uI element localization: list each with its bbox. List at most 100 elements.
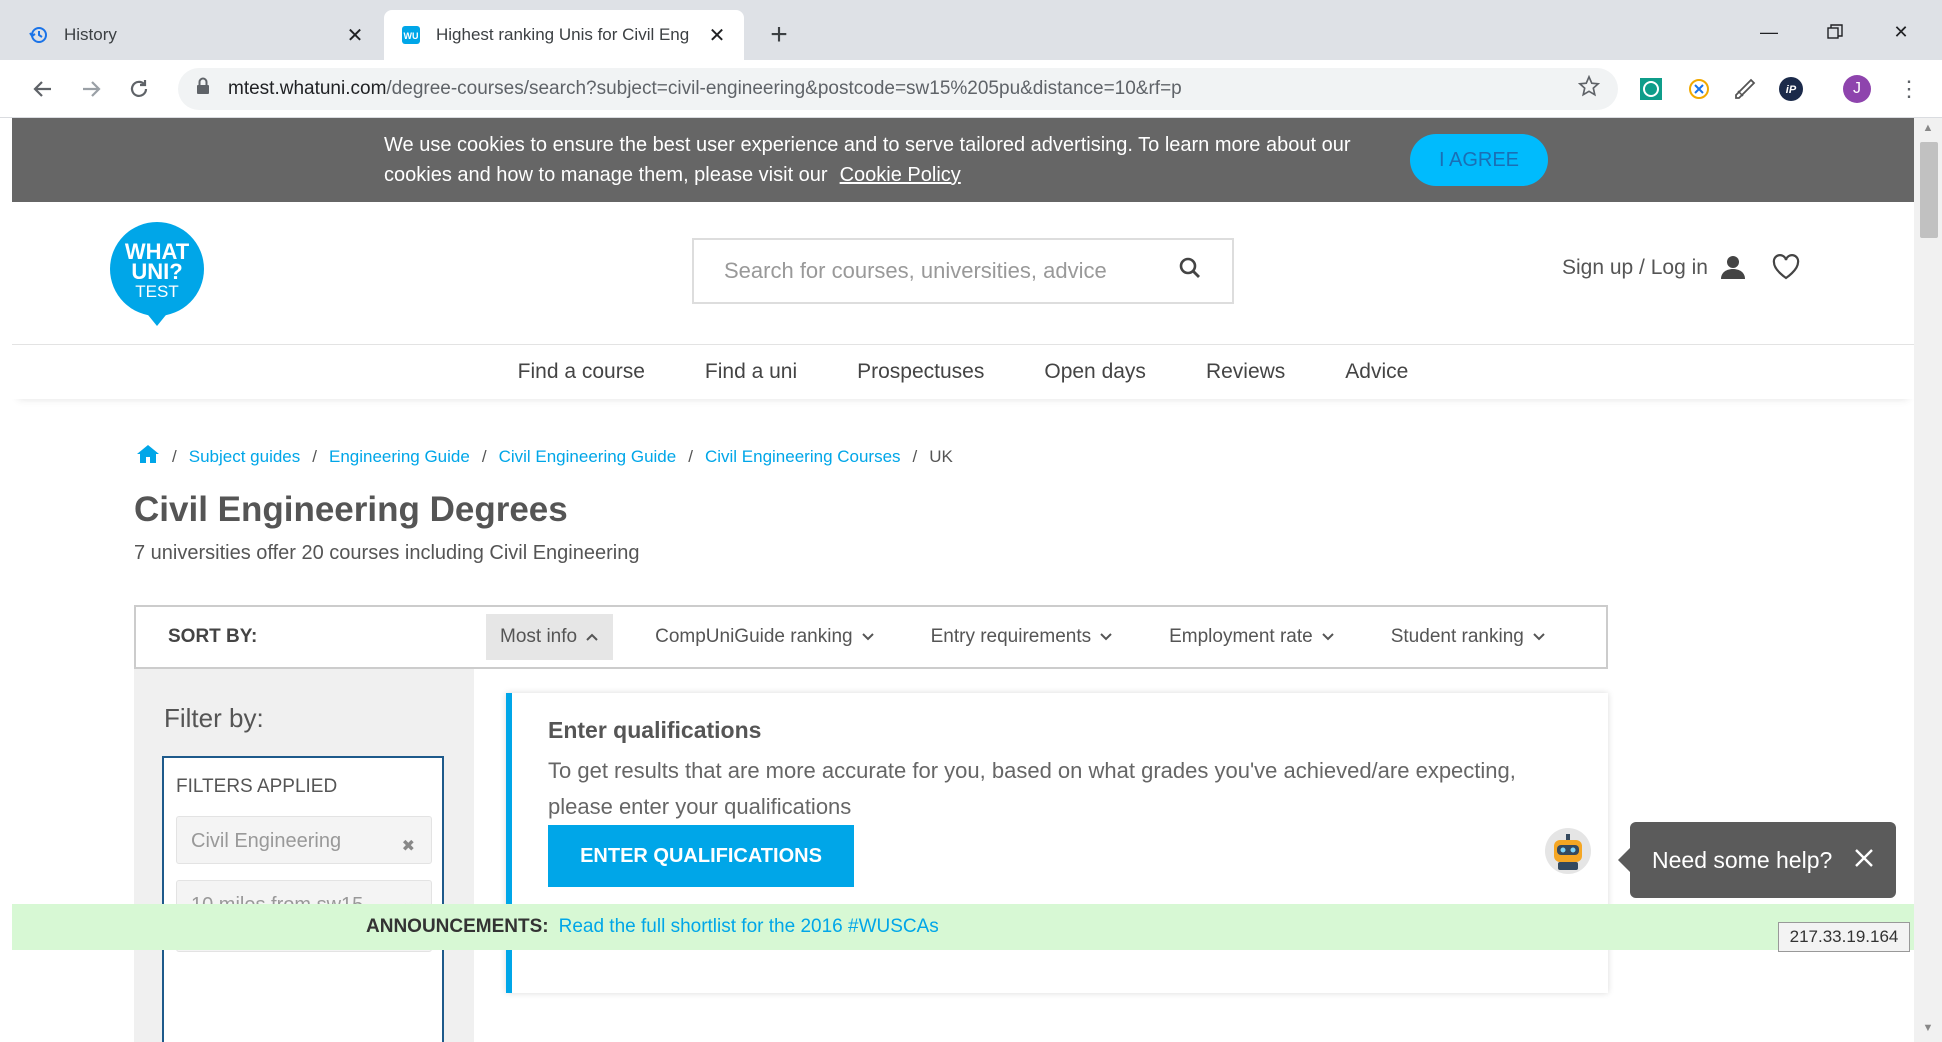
whatuni-logo[interactable]: WHAT UNI? TEST (108, 220, 206, 328)
close-icon[interactable]: ✕ (344, 24, 366, 47)
chevron-down-icon (1321, 632, 1335, 642)
close-icon[interactable]: ✕ (706, 24, 728, 47)
menu-dots-icon[interactable]: ⋮ (1894, 74, 1924, 104)
sort-bar: SORT BY: Most info CompUniGuide ranking … (134, 605, 1608, 669)
chevron-down-icon (1532, 632, 1546, 642)
tab-history[interactable]: History ✕ (12, 10, 382, 60)
chevron-down-icon (1099, 632, 1113, 642)
sort-option-student-ranking[interactable]: Student ranking (1377, 614, 1560, 660)
sort-option-label: Most info (500, 626, 578, 647)
nav-item-advice[interactable]: Advice (1345, 360, 1408, 384)
user-icon[interactable] (1720, 254, 1746, 285)
nav-item-reviews[interactable]: Reviews (1206, 360, 1285, 384)
nav-item-prospectuses[interactable]: Prospectuses (857, 360, 984, 384)
cookie-policy-link[interactable]: Cookie Policy (840, 164, 961, 186)
filters-applied-label: FILTERS APPLIED (176, 776, 338, 797)
chevron-down-icon (861, 632, 875, 642)
ip-address-badge: 217.33.19.164 (1778, 922, 1910, 952)
sort-option-label: Entry requirements (930, 626, 1092, 647)
sort-option-label: Employment rate (1169, 626, 1313, 647)
svg-text:WU: WU (404, 31, 419, 41)
breadcrumb-link[interactable]: Subject guides (189, 447, 301, 467)
sort-option-label: CompUniGuide ranking (655, 626, 853, 647)
page-scrollbar[interactable]: ▲ ▼ (1914, 118, 1942, 1042)
breadcrumb-separator: / (172, 446, 177, 466)
help-chat-bubble[interactable]: Need some help? (1618, 822, 1896, 898)
announcement-label: ANNOUNCEMENTS: (366, 916, 549, 937)
back-icon[interactable] (24, 70, 62, 108)
tab-title: History (64, 25, 117, 44)
sort-option-most-info[interactable]: Most info (486, 614, 614, 660)
nav-item-find-a-course[interactable]: Find a course (518, 360, 645, 384)
scrollbar-thumb[interactable] (1920, 142, 1938, 238)
address-bar[interactable]: mtest.whatuni.com/degree-courses/search?… (178, 68, 1618, 110)
chatbot-robot-icon[interactable] (1543, 826, 1593, 876)
history-icon (28, 24, 50, 46)
announcement-link[interactable]: Read the full shortlist for the 2016 #WU… (559, 916, 939, 938)
nav-item-find-a-uni[interactable]: Find a uni (705, 360, 797, 384)
forward-icon[interactable] (72, 70, 110, 108)
bookmark-star-icon[interactable] (1577, 74, 1601, 103)
remove-filter-icon[interactable]: ✖ (402, 835, 415, 859)
breadcrumb-current: UK (929, 446, 953, 466)
reload-icon[interactable] (120, 70, 158, 108)
nav-item-open-days[interactable]: Open days (1044, 360, 1146, 384)
main-navigation: Find a course Find a uni Prospectuses Op… (12, 345, 1914, 399)
search-icon[interactable] (1178, 256, 1202, 286)
extension-icon[interactable]: iP (1776, 74, 1806, 104)
filter-by-heading: Filter by: (164, 703, 264, 733)
home-icon[interactable] (136, 444, 160, 469)
minimize-icon[interactable]: — (1744, 12, 1794, 52)
filter-sidebar: Filter by: FILTERS APPLIED Civil Enginee… (134, 669, 474, 1042)
extension-icon[interactable] (1684, 74, 1714, 104)
browser-tab-bar: History ✕ WU Highest ranking Unis for Ci… (0, 0, 1942, 60)
heart-icon[interactable] (1772, 254, 1800, 285)
sort-option-entry-requirements[interactable]: Entry requirements (917, 614, 1128, 660)
cookie-text: We use cookies to ensure the best user e… (384, 130, 1374, 190)
lock-icon (196, 77, 210, 101)
signup-login-link[interactable]: Sign up / Log in (1562, 256, 1708, 280)
extension-icon[interactable] (1636, 74, 1666, 104)
breadcrumb-separator: / (312, 446, 317, 466)
qualifications-description: To get results that are more accurate fo… (548, 758, 1516, 819)
window-close-icon[interactable]: ✕ (1876, 12, 1926, 52)
profile-initial: J (1853, 80, 1861, 97)
page-viewport: We use cookies to ensure the best user e… (12, 118, 1914, 1042)
browser-toolbar: mtest.whatuni.com/degree-courses/search?… (0, 60, 1942, 118)
url-path: /degree-courses/search?subject=civil-eng… (386, 78, 1182, 99)
url-host: mtest.whatuni.com (228, 78, 387, 99)
cookie-agree-button[interactable]: I AGREE (1410, 134, 1548, 186)
help-label: Need some help? (1652, 846, 1833, 873)
site-search-input[interactable]: Search for courses, universities, advice (692, 238, 1234, 304)
sort-option-compuniguide-ranking[interactable]: CompUniGuide ranking (641, 614, 889, 660)
filter-chip: Civil Engineering ✖ (176, 816, 432, 864)
filters-applied-box: FILTERS APPLIED Civil Engineering ✖ 10 m… (162, 756, 444, 1042)
sort-by-label: SORT BY: (168, 626, 258, 647)
enter-qualifications-button[interactable]: ENTER QUALIFICATIONS (548, 825, 854, 887)
breadcrumb-link[interactable]: Civil Engineering Courses (705, 447, 901, 467)
new-tab-button[interactable]: + (762, 18, 796, 52)
chevron-up-icon (585, 632, 599, 642)
search-placeholder: Search for courses, universities, advice (724, 258, 1107, 283)
scroll-down-icon[interactable]: ▼ (1920, 1020, 1936, 1036)
breadcrumb: / Subject guides / Engineering Guide / C… (136, 444, 953, 469)
breadcrumb-link[interactable]: Civil Engineering Guide (499, 447, 677, 467)
breadcrumb-separator: / (688, 446, 693, 466)
close-icon[interactable] (1854, 847, 1874, 874)
announcement-bar: ANNOUNCEMENTS: Read the full shortlist f… (12, 904, 1914, 950)
svg-text:iP: iP (1786, 84, 1797, 96)
restore-icon[interactable] (1810, 12, 1860, 52)
breadcrumb-link[interactable]: Engineering Guide (329, 447, 470, 467)
page-title: Civil Engineering Degrees (134, 490, 568, 529)
sort-option-employment-rate[interactable]: Employment rate (1155, 614, 1349, 660)
tab-whatuni[interactable]: WU Highest ranking Unis for Civil Eng ✕ (384, 10, 744, 60)
scroll-up-icon[interactable]: ▲ (1920, 120, 1936, 136)
profile-avatar[interactable]: J (1842, 74, 1872, 104)
qualifications-title: Enter qualifications (548, 717, 762, 743)
extension-icon[interactable] (1730, 74, 1760, 104)
tab-title: Highest ranking Unis for Civil Eng (436, 25, 690, 44)
logo-line: UNI? (131, 259, 183, 284)
logo-line: TEST (135, 282, 179, 301)
sort-option-label: Student ranking (1390, 626, 1524, 647)
breadcrumb-separator: / (912, 446, 918, 466)
